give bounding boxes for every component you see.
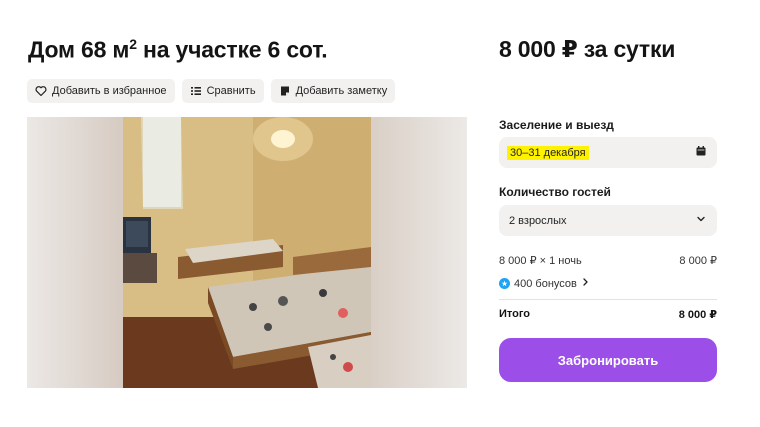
bonus-icon xyxy=(499,278,510,289)
listing-title: Дом 68 м2 на участке 6 сот. xyxy=(28,36,328,64)
add-note-button[interactable]: Добавить заметку xyxy=(270,79,396,103)
guests-label: Количество гостей xyxy=(499,185,611,199)
book-button[interactable]: Забронировать xyxy=(499,338,717,382)
bonus-link[interactable]: 400 бонусов xyxy=(499,277,590,290)
nights-label: 8 000 ₽ × 1 ночь xyxy=(499,255,582,267)
title-superscript: 2 xyxy=(129,36,137,52)
compare-label: Сравнить xyxy=(206,85,256,97)
price-per-day: 8 000 ₽ за сутки xyxy=(499,36,676,62)
nights-row: 8 000 ₽ × 1 ночь 8 000 ₽ xyxy=(499,254,717,267)
gallery-blur-left xyxy=(27,117,123,388)
note-icon xyxy=(279,85,291,97)
dates-label: Заселение и выезд xyxy=(499,118,614,132)
listing-photo[interactable] xyxy=(123,117,371,388)
title-rest: на участке 6 сот. xyxy=(136,36,328,63)
add-to-favorites-label: Добавить в избранное xyxy=(52,85,167,97)
title-main: Дом 68 м xyxy=(28,36,130,63)
listing-actions: Добавить в избранное Сравнить Добавить з… xyxy=(27,79,396,103)
total-row: Итого 8 000 ₽ xyxy=(499,308,717,321)
chevron-right-icon xyxy=(581,277,590,290)
chevron-down-icon xyxy=(695,213,707,228)
dates-field[interactable]: 30–31 декабря xyxy=(499,137,717,168)
total-label: Итого xyxy=(499,308,531,320)
calendar-icon xyxy=(695,145,707,160)
divider xyxy=(499,299,717,300)
photo-gallery[interactable] xyxy=(27,117,467,388)
compare-icon xyxy=(190,85,202,97)
add-to-favorites-button[interactable]: Добавить в избранное xyxy=(27,79,175,103)
compare-button[interactable]: Сравнить xyxy=(181,79,264,103)
gallery-blur-right xyxy=(371,117,467,388)
guests-select[interactable]: 2 взрослых xyxy=(499,205,717,236)
nights-amount: 8 000 ₽ xyxy=(679,255,717,267)
bonus-text: 400 бонусов xyxy=(514,277,577,290)
heart-icon xyxy=(35,85,47,97)
total-amount: 8 000 ₽ xyxy=(678,309,717,321)
dates-value: 30–31 декабря xyxy=(507,145,589,160)
add-note-label: Добавить заметку xyxy=(295,85,388,97)
guests-value: 2 взрослых xyxy=(509,214,567,227)
